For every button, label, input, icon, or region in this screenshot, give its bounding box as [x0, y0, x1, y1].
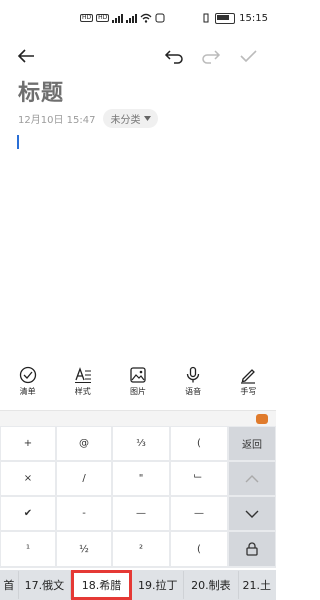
- signal-icon: [112, 13, 124, 23]
- status-time: 15:15: [239, 12, 268, 24]
- hd-badge: HD: [96, 14, 110, 22]
- category-tab[interactable]: 首: [0, 571, 19, 599]
- chevron-up-icon: [245, 474, 259, 482]
- symbol-key[interactable]: (: [171, 427, 227, 460]
- symbol-key[interactable]: ×: [1, 462, 55, 495]
- symbol-key[interactable]: /: [57, 462, 111, 495]
- microphone-icon: [187, 366, 200, 383]
- tool-style[interactable]: 样式: [58, 366, 108, 410]
- hd-badge: HD: [80, 14, 94, 22]
- symbol-key[interactable]: ⅓: [113, 427, 169, 460]
- chevron-down-icon: [245, 510, 259, 518]
- back-arrow-icon: [17, 49, 34, 63]
- symbol-key[interactable]: —: [171, 497, 227, 530]
- tool-label: 样式: [74, 387, 91, 396]
- tool-handwriting[interactable]: 手写: [223, 366, 273, 410]
- symbol-key[interactable]: @: [57, 427, 111, 460]
- battery-icon: [215, 12, 236, 24]
- symbol-key[interactable]: ✔: [1, 497, 55, 530]
- symbol-key[interactable]: (: [171, 532, 227, 566]
- status-bar: HD HD 15:15: [0, 0, 276, 36]
- status-indicators: HD HD: [80, 12, 165, 24]
- return-key[interactable]: 返回: [229, 427, 275, 460]
- status-right: 15:15: [201, 12, 268, 24]
- note-title-input[interactable]: 标题: [18, 75, 64, 107]
- symbol-key[interactable]: ﹂: [171, 462, 227, 495]
- confirm-button[interactable]: [236, 44, 260, 68]
- handwriting-icon: [241, 369, 256, 384]
- symbol-key[interactable]: ": [113, 462, 169, 495]
- keyboard-top-strip: [0, 410, 276, 427]
- category-label: 未分类: [110, 115, 141, 126]
- page-up-key[interactable]: [229, 462, 275, 495]
- note-body-editor[interactable]: [0, 132, 276, 362]
- vibrate-icon: [203, 13, 209, 23]
- symbol-key[interactable]: +: [1, 427, 55, 460]
- note-date: 12月10日 15:47: [18, 115, 96, 126]
- wifi-icon: [140, 13, 152, 23]
- lock-key[interactable]: [229, 532, 275, 566]
- redo-button[interactable]: [199, 44, 223, 68]
- tool-voice[interactable]: 语音: [168, 366, 218, 410]
- edit-tools-bar: 清单 样式 图片 语音 手写: [0, 366, 276, 410]
- symbol-key[interactable]: -: [57, 497, 111, 530]
- tool-checklist[interactable]: 清单: [3, 366, 53, 410]
- checklist-icon: [19, 366, 36, 384]
- category-tab[interactable]: 19.拉丁: [132, 571, 185, 599]
- back-button[interactable]: [14, 44, 38, 68]
- symbol-keyboard: + @ ⅓ ( 返回 × / " ﹂ ✔ - — — ¹ ½ ² (: [0, 426, 276, 568]
- tool-label: 语音: [185, 387, 202, 396]
- symbol-key[interactable]: ²: [113, 532, 169, 566]
- nfc-icon: [155, 13, 165, 23]
- category-tab[interactable]: 17.俄文: [19, 571, 71, 599]
- lock-icon: [246, 542, 258, 556]
- symbol-key[interactable]: ¹: [1, 532, 55, 566]
- category-tab-selected[interactable]: 18.希腊: [70, 570, 133, 600]
- category-tab[interactable]: 21.土: [239, 571, 276, 599]
- note-toolbar: [0, 38, 276, 74]
- signal-icon: [126, 13, 138, 23]
- chevron-down-icon: [144, 116, 152, 121]
- undo-button[interactable]: [162, 44, 186, 68]
- symbol-category-bar: 首 17.俄文 18.希腊 19.拉丁 20.制表 21.土: [0, 570, 276, 600]
- tool-label: 手写: [240, 387, 257, 396]
- tool-label: 图片: [129, 387, 146, 396]
- redo-icon: [202, 50, 221, 64]
- symbol-key[interactable]: ½: [57, 532, 111, 566]
- text-style-icon: [74, 367, 91, 384]
- category-tab[interactable]: 20.制表: [184, 571, 239, 599]
- note-meta: 12月10日 15:47 未分类: [18, 109, 159, 128]
- symbol-key[interactable]: —: [113, 497, 169, 530]
- category-dropdown[interactable]: 未分类: [103, 109, 159, 128]
- tool-label: 清单: [19, 387, 36, 396]
- image-icon: [130, 367, 146, 383]
- page-down-key[interactable]: [229, 497, 275, 530]
- keyboard-logo-icon[interactable]: [256, 414, 268, 424]
- tool-image[interactable]: 图片: [113, 366, 163, 410]
- undo-icon: [164, 50, 183, 64]
- check-icon: [240, 50, 257, 63]
